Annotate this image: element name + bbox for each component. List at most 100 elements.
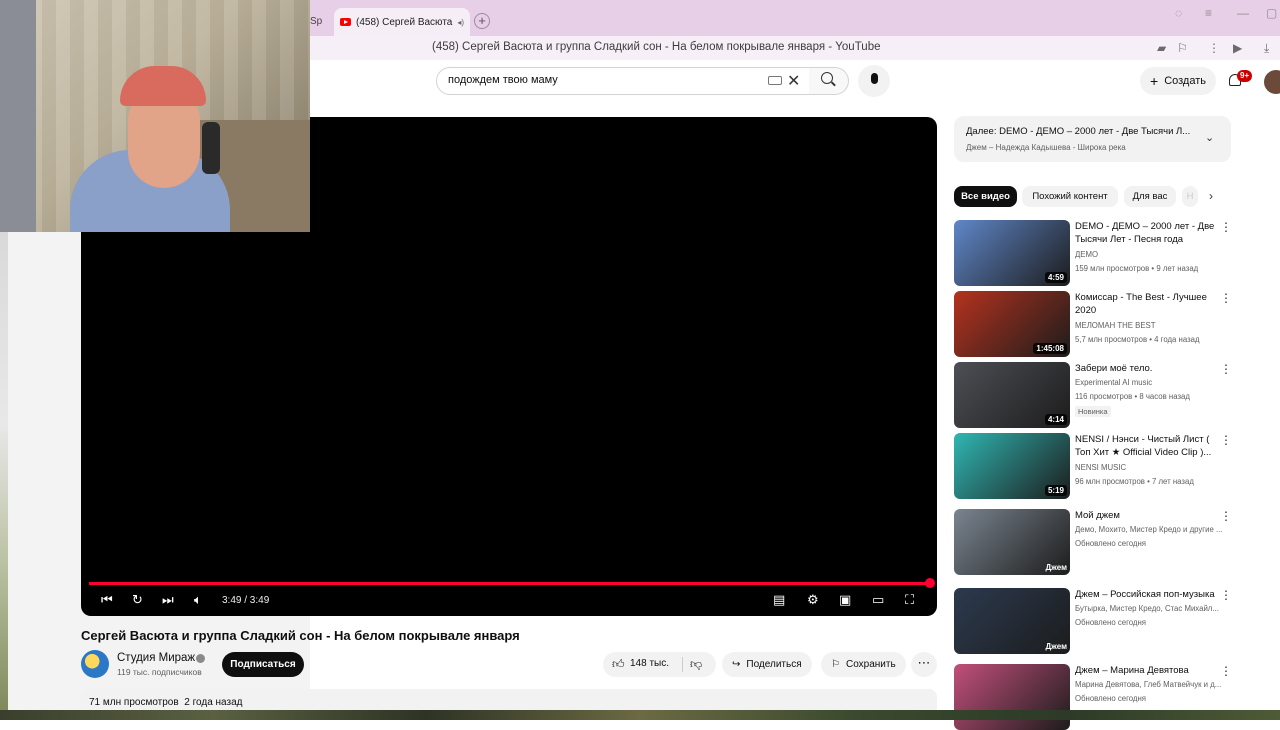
maximize-icon[interactable]: ▢ — [1266, 6, 1277, 20]
like-icon[interactable]: 👍︎ — [612, 657, 625, 672]
account-avatar[interactable] — [1264, 70, 1280, 94]
video-thumbnail[interactable]: Джем — [954, 509, 1070, 575]
video-thumbnail[interactable]: 4:59 — [954, 220, 1070, 286]
create-button[interactable]: + Создать — [1140, 67, 1216, 95]
recommendation-title[interactable]: Джем – Российская поп-музыка — [1075, 588, 1225, 601]
dislike-icon[interactable]: 👎︎ — [690, 657, 702, 672]
close-tab-icon[interactable]: ✕ — [469, 17, 470, 28]
more-vert-icon[interactable]: ⋮ — [1220, 433, 1232, 447]
recommendation-meta: Обновлено сегодня — [1075, 694, 1146, 703]
recommendation-title[interactable]: Мой джем — [1075, 509, 1225, 522]
recommendation-channel[interactable]: Демо, Мохито, Мистер Кредо и другие ... — [1075, 525, 1230, 534]
scrubber-handle[interactable] — [925, 578, 935, 588]
duration-badge: 4:14 — [1044, 414, 1067, 425]
video-title: Сергей Васюта и группа Сладкий сон - На … — [81, 628, 520, 643]
more-vert-icon[interactable]: ⋮ — [1220, 291, 1232, 305]
chevron-down-icon[interactable]: ⌄ — [1205, 131, 1214, 144]
share-button[interactable]: ↪ Поделиться — [722, 652, 812, 677]
youtube-favicon-icon — [340, 18, 351, 26]
channel-name[interactable]: Студия Мираж — [117, 652, 195, 664]
recommendation-meta: Обновлено сегодня — [1075, 618, 1146, 627]
message-icon[interactable]: ▰ — [1157, 41, 1166, 55]
channel-avatar[interactable] — [81, 650, 109, 678]
more-vert-icon[interactable]: ⋮ — [1220, 362, 1232, 376]
chip-for-you[interactable]: Для вас — [1124, 186, 1176, 207]
new-tab-button[interactable]: + — [474, 13, 490, 29]
tab-title: (458) Сергей Васюта — [356, 16, 453, 28]
search-icon — [821, 72, 833, 84]
next-icon[interactable]: ⏭ — [162, 592, 174, 608]
up-next-subtitle: Джем – Надежда Кадышева - Широка река — [966, 143, 1126, 152]
video-thumbnail[interactable]: 1:45:08 — [954, 291, 1070, 357]
desktop-edge — [0, 232, 8, 712]
recommendation-title[interactable]: NENSI / Нэнси - Чистый Лист ( Топ Хит ★ … — [1075, 433, 1225, 459]
settings-gear-icon[interactable]: ⚙ — [807, 592, 819, 608]
more-vert-icon[interactable]: ⋮ — [1220, 220, 1232, 234]
subscribe-button[interactable]: Подписаться — [222, 652, 304, 677]
miniplayer-icon[interactable]: ▣ — [839, 592, 851, 608]
profile-icon[interactable]: ◌ — [1175, 6, 1182, 20]
chip-new[interactable]: Н — [1182, 186, 1198, 207]
save-button[interactable]: ⚐ Сохранить — [821, 652, 906, 677]
bookmark-icon[interactable]: ⚐ — [1177, 41, 1188, 55]
video-thumbnail[interactable]: 4:14 — [954, 362, 1070, 428]
menu-icon[interactable]: ≡ — [1205, 6, 1212, 20]
recommendation-meta: 159 млн просмотров • 9 лет назад — [1075, 264, 1199, 273]
webcam-overlay — [0, 0, 310, 232]
more-vert-icon[interactable]: ⋮ — [1208, 41, 1220, 55]
recommendation-item[interactable]: Джем – Марина Девятова Марина Девятова, Г… — [954, 664, 1244, 730]
more-vert-icon[interactable]: ⋮ — [1220, 509, 1232, 523]
keyboard-icon[interactable] — [768, 76, 782, 85]
previous-icon[interactable]: ⏮ — [101, 592, 113, 608]
recommendation-item[interactable]: 5:19 NENSI / Нэнси - Чистый Лист ( Топ Хи… — [954, 433, 1244, 499]
share-label: Поделиться — [746, 659, 802, 670]
taskbar-strip — [0, 710, 1280, 720]
video-thumbnail[interactable]: 5:19 — [954, 433, 1070, 499]
mix-label: Джем — [1045, 563, 1067, 572]
recommendation-meta: 5,7 млн просмотров • 4 года назад — [1075, 335, 1200, 344]
chip-all[interactable]: Все видео — [954, 186, 1017, 207]
recommendation-channel[interactable]: Бутырка, Мистер Кредо, Стас Михайл... — [1075, 604, 1230, 613]
minimize-icon[interactable]: — — [1237, 6, 1249, 20]
recommendation-item[interactable]: Джем Мой джем Демо, Мохито, Мистер Кредо и… — [954, 509, 1244, 575]
download-icon[interactable]: ⤓ — [1264, 41, 1269, 56]
recommendation-title[interactable]: DEMO - ДЕМО – 2000 лет - Две Тысячи Лет … — [1075, 220, 1225, 246]
recommendation-channel[interactable]: ДЕМО — [1075, 250, 1230, 259]
recommendation-item[interactable]: Джем Джем – Российская поп-музыка Бутырка,… — [954, 588, 1244, 654]
subscriber-count: 119 тыс. подписчиков — [117, 667, 202, 677]
browser-tab-active[interactable]: (458) Сергей Васюта ◂) ✕ — [334, 8, 470, 36]
recommendation-title[interactable]: Джем – Марина Девятова — [1075, 664, 1225, 677]
replay-icon[interactable]: ↻ — [132, 592, 143, 608]
recommendation-item[interactable]: 4:14 Забери моё тело. Experimental AI musi… — [954, 362, 1244, 428]
duration-badge: 1:45:08 — [1033, 343, 1067, 354]
browser-tab-prev[interactable]: Sp — [310, 8, 332, 34]
theater-mode-icon[interactable]: ▭ — [872, 592, 884, 608]
like-divider — [682, 657, 683, 672]
more-actions-button[interactable]: ⋯ — [911, 652, 937, 677]
up-next-title: Далее: DEMO - ДЕМО – 2000 лет - Две Тыся… — [966, 126, 1191, 137]
video-thumbnail[interactable] — [954, 664, 1070, 730]
recommendation-channel[interactable]: МЕЛОМАН THE BEST — [1075, 321, 1230, 330]
like-count[interactable]: 148 тыс. — [630, 658, 669, 669]
chip-related[interactable]: Похожий контент — [1022, 186, 1118, 207]
volume-icon[interactable]: 🔈︎ — [194, 592, 202, 608]
recommendation-item[interactable]: 4:59 DEMO - ДЕМО – 2000 лет - Две Тысячи … — [954, 220, 1244, 286]
more-vert-icon[interactable]: ⋮ — [1220, 588, 1232, 602]
more-vert-icon[interactable]: ⋮ — [1220, 664, 1232, 678]
recommendation-channel[interactable]: Experimental AI music — [1075, 378, 1230, 387]
recommendation-channel[interactable]: NENSI MUSIC — [1075, 463, 1230, 472]
recommendation-channel[interactable]: Марина Девятова, Глеб Матвейчук и д... — [1075, 680, 1230, 689]
subtitles-icon[interactable]: ▤ — [773, 592, 785, 608]
recommendation-title[interactable]: Забери моё тело. — [1075, 362, 1225, 375]
up-next-panel[interactable] — [954, 116, 1231, 162]
view-count: 71 млн просмотров — [89, 697, 179, 708]
progress-bar[interactable] — [89, 582, 929, 585]
play-extension-icon[interactable]: ▶ — [1233, 41, 1242, 55]
chevron-right-icon[interactable]: › — [1209, 189, 1213, 203]
fullscreen-icon[interactable]: ⛶ — [905, 592, 914, 608]
clear-search-icon[interactable]: ✕ — [787, 71, 800, 91]
recommendation-title[interactable]: Комиссар - The Best - Лучшее 2020 — [1075, 291, 1225, 317]
save-label: Сохранить — [845, 659, 896, 670]
recommendation-item[interactable]: 1:45:08 Комиссар - The Best - Лучшее 2020… — [954, 291, 1244, 357]
video-thumbnail[interactable]: Джем — [954, 588, 1070, 654]
